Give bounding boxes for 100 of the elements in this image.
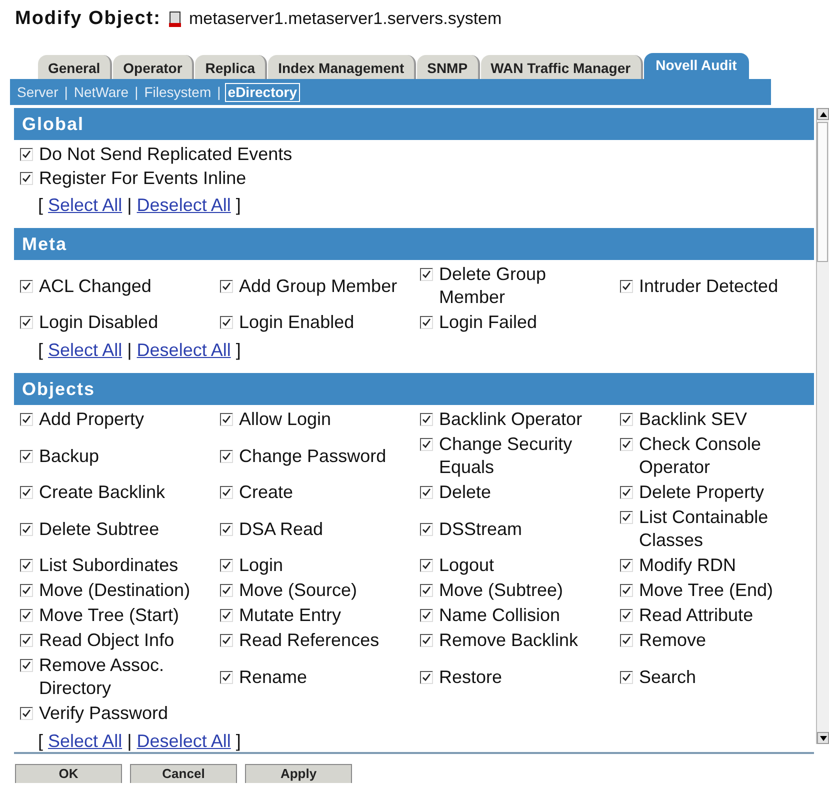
- section-header: Meta: [14, 228, 814, 260]
- link-separator: |: [127, 195, 132, 215]
- select-all-link[interactable]: Select All: [48, 195, 122, 215]
- checkbox[interactable]: [20, 559, 33, 572]
- checkbox[interactable]: [220, 584, 233, 597]
- section-header: Objects: [14, 373, 814, 405]
- checkbox[interactable]: [220, 486, 233, 499]
- checkbox[interactable]: [420, 316, 433, 329]
- scrollbar[interactable]: [816, 108, 829, 744]
- checkbox[interactable]: [20, 316, 33, 329]
- checkbox[interactable]: [620, 486, 633, 499]
- checkbox[interactable]: [620, 511, 633, 524]
- checkbox[interactable]: [20, 634, 33, 647]
- checkbox-label: Delete Subtree: [39, 518, 160, 540]
- tab[interactable]: General: [38, 55, 112, 79]
- checkbox[interactable]: [20, 707, 33, 720]
- checkbox[interactable]: [620, 634, 633, 647]
- bracket: [: [38, 195, 44, 215]
- checkbox[interactable]: [420, 486, 433, 499]
- checkbox-label: Backlink Operator: [439, 408, 582, 431]
- checkbox[interactable]: [20, 609, 33, 622]
- checkbox[interactable]: [420, 609, 433, 622]
- tab[interactable]: Index Management: [268, 55, 416, 79]
- checkbox[interactable]: [20, 413, 33, 426]
- checkbox[interactable]: [20, 148, 33, 160]
- checkbox[interactable]: [420, 268, 433, 281]
- checkbox[interactable]: [620, 438, 633, 451]
- object-name: metaserver1.metaserver1.servers.system: [188, 9, 502, 29]
- checkbox-label: DSStream: [439, 518, 522, 540]
- select-all-link[interactable]: Select All: [48, 731, 122, 751]
- checkbox-label: Rename: [239, 666, 308, 688]
- checkbox[interactable]: [420, 584, 433, 597]
- checkbox[interactable]: [620, 609, 633, 622]
- checkbox-label: Create Backlink: [39, 481, 166, 504]
- page-title: Modify Object:: [15, 8, 161, 30]
- checkbox-label: Mutate Entry: [239, 604, 342, 627]
- select-all-link[interactable]: Select All: [48, 340, 122, 360]
- checkbox-label: Remove Backlink: [439, 629, 578, 652]
- checkbox[interactable]: [20, 659, 33, 672]
- checkbox[interactable]: [220, 522, 233, 536]
- checkbox[interactable]: [220, 413, 233, 426]
- checkbox-label: DSA Read: [239, 518, 324, 540]
- checkbox[interactable]: [20, 450, 33, 462]
- checkbox[interactable]: [20, 280, 33, 292]
- bracket: ]: [236, 195, 241, 215]
- subtab-link[interactable]: eDirectory: [224, 82, 300, 102]
- checkbox-label: List Subordinates: [39, 554, 178, 577]
- checkbox[interactable]: [420, 438, 433, 451]
- checkbox-label: Read Attribute: [639, 604, 754, 627]
- checkbox-label: Delete Property: [639, 481, 764, 504]
- checkbox-label: Delete Group Member: [439, 263, 548, 309]
- deselect-all-link[interactable]: Deselect All: [136, 195, 231, 215]
- checkbox[interactable]: [220, 634, 233, 647]
- tab[interactable]: Novell Audit: [644, 53, 749, 79]
- link-separator: |: [127, 731, 132, 751]
- deselect-all-link[interactable]: Deselect All: [136, 340, 231, 360]
- checkbox[interactable]: [220, 280, 233, 292]
- checkbox[interactable]: [220, 559, 233, 572]
- checkbox[interactable]: [420, 522, 433, 536]
- checkbox[interactable]: [220, 609, 233, 622]
- checkbox[interactable]: [20, 584, 33, 597]
- checkbox[interactable]: [620, 413, 633, 426]
- checkbox[interactable]: [20, 172, 33, 184]
- checkbox-label: Move (Subtree): [439, 579, 564, 602]
- checkbox[interactable]: [420, 413, 433, 426]
- checkbox[interactable]: [620, 584, 633, 597]
- checkbox[interactable]: [20, 486, 33, 499]
- tab[interactable]: Operator: [113, 55, 194, 79]
- deselect-all-link[interactable]: Deselect All: [136, 731, 231, 751]
- checkbox[interactable]: [420, 559, 433, 572]
- server-icon: [168, 11, 181, 27]
- checkbox-label: ACL Changed: [39, 274, 152, 298]
- subtab-separator: |: [134, 84, 138, 100]
- checkbox[interactable]: [220, 316, 233, 329]
- checkbox[interactable]: [620, 280, 633, 292]
- form-button[interactable]: OK: [15, 764, 122, 783]
- checkbox[interactable]: [620, 670, 633, 684]
- checkbox-label: Add Property: [39, 408, 144, 431]
- tab[interactable]: SNMP: [417, 55, 480, 79]
- checkbox-label: Backup: [39, 444, 100, 468]
- checkbox-label: Move Tree (Start): [39, 604, 180, 627]
- checkbox[interactable]: [220, 450, 233, 462]
- checkbox-label: Delete: [439, 481, 492, 504]
- form-button[interactable]: Cancel: [130, 764, 237, 783]
- tab[interactable]: Replica: [195, 55, 268, 79]
- scrollbar-thumb[interactable]: [817, 122, 828, 262]
- checkbox[interactable]: [20, 522, 33, 536]
- bracket: [: [38, 340, 44, 360]
- down-arrow-icon[interactable]: [820, 736, 826, 740]
- checkbox[interactable]: [420, 670, 433, 684]
- checkbox[interactable]: [420, 634, 433, 647]
- checkbox[interactable]: [220, 670, 233, 684]
- checkbox-label: Intruder Detected: [639, 274, 778, 298]
- bracket: ]: [236, 340, 241, 360]
- form-button[interactable]: Apply: [245, 764, 352, 783]
- checkbox-label: Move Tree (End): [639, 579, 774, 602]
- checkbox-label: Allow Login: [239, 408, 332, 431]
- up-arrow-icon[interactable]: [820, 112, 826, 116]
- checkbox[interactable]: [620, 559, 633, 572]
- tab[interactable]: WAN Traffic Manager: [480, 55, 643, 79]
